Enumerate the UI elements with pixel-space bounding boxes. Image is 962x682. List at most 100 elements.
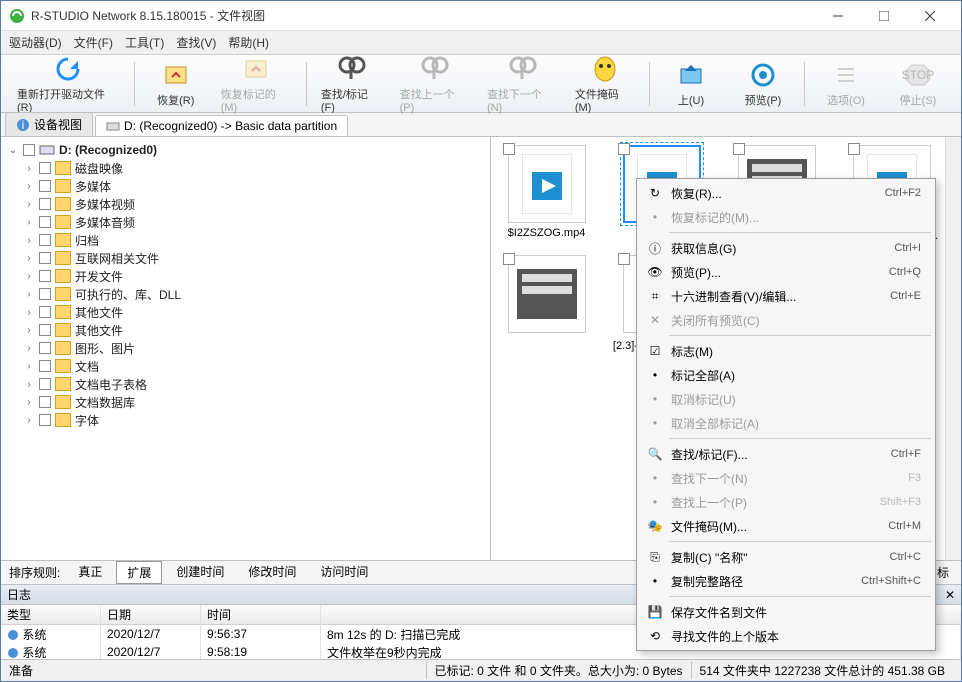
toolbar-recover-button[interactable]: 恢复(R) <box>141 57 211 110</box>
expand-icon[interactable]: › <box>23 199 35 210</box>
ctx-find[interactable]: 🔍查找/标记(F)...Ctrl+F <box>639 442 933 466</box>
checkbox[interactable] <box>39 342 51 354</box>
tree-root[interactable]: ⌄ D: (Recognized0) <box>3 141 488 159</box>
checkbox[interactable] <box>39 270 51 282</box>
ctx-mask[interactable]: 🎭文件掩码(M)...Ctrl+M <box>639 514 933 538</box>
log-col-date[interactable]: 日期 <box>101 605 201 625</box>
toolbar-up-button[interactable]: 上(U) <box>656 57 726 110</box>
sort-3[interactable]: 修改时间 <box>238 561 306 584</box>
expand-icon[interactable]: › <box>23 253 35 264</box>
tree-item[interactable]: ›文档数据库 <box>3 393 488 411</box>
menu-drive[interactable]: 驱动器(D) <box>9 34 62 51</box>
ctx-history[interactable]: ⟲寻找文件的上个版本 <box>639 624 933 648</box>
expand-icon[interactable]: › <box>23 235 35 246</box>
toolbar-mask-button[interactable]: 文件掩码(M) <box>567 51 643 116</box>
minimize-button[interactable] <box>815 2 861 30</box>
ctx-preview[interactable]: 👁预览(P)...Ctrl+Q <box>639 260 933 284</box>
expand-icon[interactable]: › <box>23 361 35 372</box>
checkbox[interactable] <box>39 360 51 372</box>
sort-0[interactable]: 真正 <box>68 561 112 584</box>
log-close-button[interactable]: ✕ <box>945 588 955 602</box>
checkbox[interactable] <box>39 414 51 426</box>
log-col-time[interactable]: 时间 <box>201 605 321 625</box>
expand-icon[interactable]: › <box>23 397 35 408</box>
checkbox[interactable] <box>39 216 51 228</box>
file-item[interactable]: $I2ZSZOG.mp4 <box>499 143 594 243</box>
checkbox[interactable] <box>39 180 51 192</box>
tree-item[interactable]: ›文档电子表格 <box>3 375 488 393</box>
checkbox[interactable] <box>618 253 630 265</box>
tree-item[interactable]: ›磁盘映像 <box>3 159 488 177</box>
expand-icon[interactable]: › <box>23 415 35 426</box>
ctx-check[interactable]: ☑标志(M) <box>639 339 933 363</box>
tree-item[interactable]: ›图形、图片 <box>3 339 488 357</box>
maximize-button[interactable] <box>861 2 907 30</box>
tree-item[interactable]: ›其他文件 <box>3 321 488 339</box>
checkbox[interactable] <box>39 234 51 246</box>
menu-tools[interactable]: 工具(T) <box>125 34 164 51</box>
ctx-hex[interactable]: ⌗十六进制查看(V)/编辑...Ctrl+E <box>639 284 933 308</box>
checkbox[interactable] <box>503 143 515 155</box>
toolbar-find-button[interactable]: 查找/标记(F) <box>313 51 390 116</box>
expand-icon[interactable]: › <box>23 307 35 318</box>
expand-icon[interactable]: › <box>23 343 35 354</box>
checkbox[interactable] <box>39 198 51 210</box>
checkbox[interactable] <box>23 144 35 156</box>
close-button[interactable] <box>907 2 953 30</box>
tree-item[interactable]: ›可执行的、库、DLL <box>3 285 488 303</box>
ctx-copy[interactable]: ⎘复制(C) "名称"Ctrl+C <box>639 545 933 569</box>
checkbox[interactable] <box>39 162 51 174</box>
log-col-type[interactable]: 类型 <box>1 605 101 625</box>
sort-4[interactable]: 访问时间 <box>310 561 378 584</box>
tab-device-view[interactable]: i 设备视图 <box>5 112 93 136</box>
folder-icon <box>55 197 71 211</box>
expand-icon[interactable]: › <box>23 379 35 390</box>
expand-icon[interactable]: › <box>23 163 35 174</box>
sort-2[interactable]: 创建时间 <box>166 561 234 584</box>
menu-help[interactable]: 帮助(H) <box>228 34 269 51</box>
tree-item[interactable]: ›字体 <box>3 411 488 429</box>
ctx-recover[interactable]: ↻恢复(R)...Ctrl+F2 <box>639 181 933 205</box>
checkbox[interactable] <box>618 143 630 155</box>
expand-icon[interactable]: › <box>23 271 35 282</box>
checkbox[interactable] <box>39 396 51 408</box>
folder-tree[interactable]: ⌄ D: (Recognized0) ›磁盘映像›多媒体›多媒体视频›多媒体音频… <box>1 137 491 560</box>
file-item[interactable] <box>499 253 594 353</box>
ctx-find-next: •查找下一个(N)F3 <box>639 466 933 490</box>
menu-find[interactable]: 查找(V) <box>176 34 216 51</box>
checkbox[interactable] <box>733 143 745 155</box>
folder-icon <box>55 305 71 319</box>
tab-recognized[interactable]: D: (Recognized0) -> Basic data partition <box>95 115 348 136</box>
tree-item[interactable]: ›其他文件 <box>3 303 488 321</box>
scrollbar[interactable] <box>945 137 961 560</box>
collapse-icon[interactable]: ⌄ <box>7 145 19 156</box>
checkbox[interactable] <box>39 378 51 390</box>
ctx-copy-path[interactable]: •复制完整路径Ctrl+Shift+C <box>639 569 933 593</box>
menu-file[interactable]: 文件(F) <box>74 34 113 51</box>
checkbox[interactable] <box>39 324 51 336</box>
ctx-save[interactable]: 💾保存文件名到文件 <box>639 600 933 624</box>
checkbox[interactable] <box>39 306 51 318</box>
expand-icon[interactable]: › <box>23 181 35 192</box>
expand-icon[interactable]: › <box>23 325 35 336</box>
toolbar-preview-button[interactable]: 预览(P) <box>728 57 798 110</box>
tree-item[interactable]: ›文档 <box>3 357 488 375</box>
options-icon <box>830 59 862 91</box>
tree-item[interactable]: ›归档 <box>3 231 488 249</box>
tree-item[interactable]: ›多媒体视频 <box>3 195 488 213</box>
checkbox[interactable] <box>39 252 51 264</box>
expand-icon[interactable]: › <box>23 217 35 228</box>
ctx-info[interactable]: ⓘ获取信息(G)Ctrl+I <box>639 236 933 260</box>
checkbox[interactable] <box>848 143 860 155</box>
toolbar-refresh-button[interactable]: 重新打开驱动文件(R) <box>9 51 128 116</box>
expand-icon[interactable]: › <box>23 289 35 300</box>
checkbox[interactable] <box>503 253 515 265</box>
tree-item[interactable]: ›开发文件 <box>3 267 488 285</box>
ctx-check-all[interactable]: •标记全部(A) <box>639 363 933 387</box>
sort-1[interactable]: 扩展 <box>116 561 162 584</box>
tree-item[interactable]: ›多媒体音频 <box>3 213 488 231</box>
tree-item[interactable]: ›多媒体 <box>3 177 488 195</box>
tree-item[interactable]: ›互联网相关文件 <box>3 249 488 267</box>
ctx-label: 查找/标记(F)... <box>667 446 891 463</box>
checkbox[interactable] <box>39 288 51 300</box>
